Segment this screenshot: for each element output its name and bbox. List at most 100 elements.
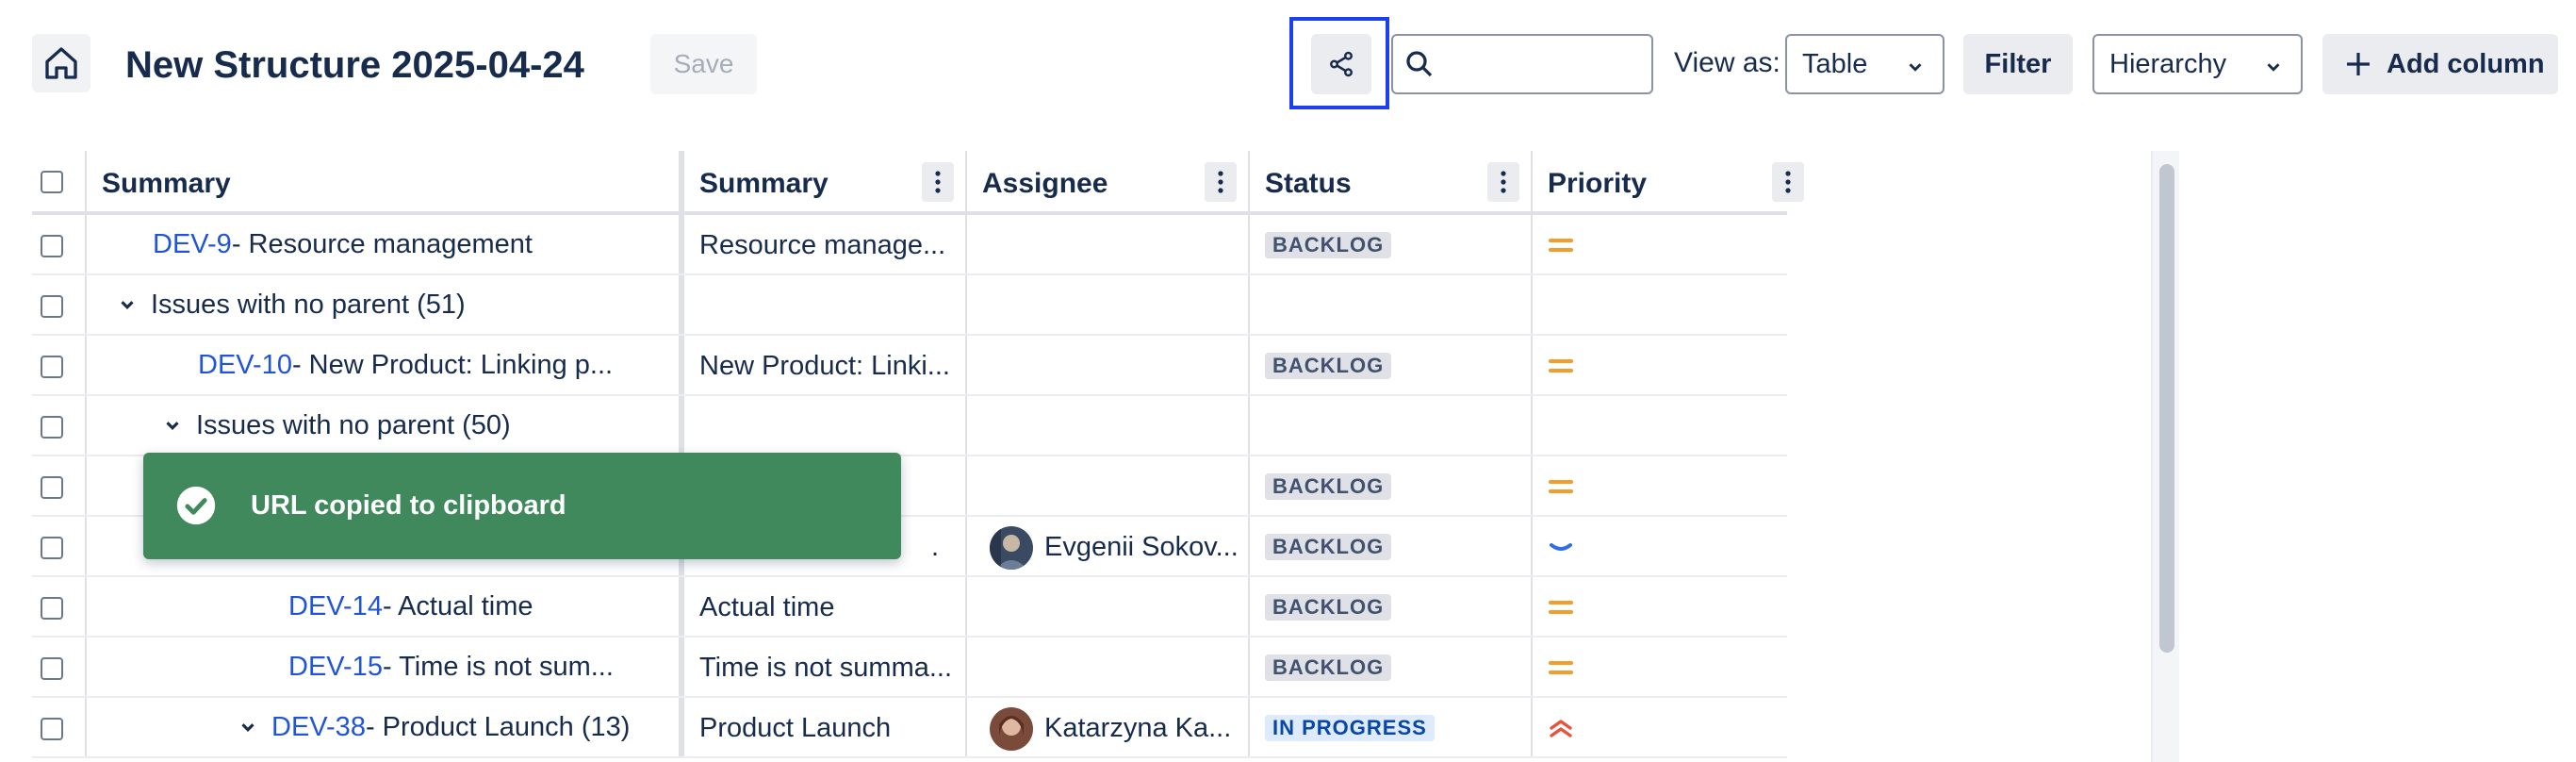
status-badge: BACKLOG: [1265, 473, 1392, 500]
save-button[interactable]: Save: [650, 34, 757, 94]
header-priority[interactable]: Priority: [1533, 151, 1815, 211]
select-all-checkbox[interactable]: [41, 171, 63, 193]
issue-key-link[interactable]: DEV-9: [153, 229, 232, 260]
assignee-cell[interactable]: [967, 215, 1250, 273]
row-checkbox[interactable]: [41, 295, 63, 318]
scrollbar-thumb[interactable]: [2159, 164, 2174, 653]
row-checkbox[interactable]: [41, 356, 63, 378]
priority-cell[interactable]: [1533, 517, 1815, 575]
row-checkbox[interactable]: [41, 416, 63, 439]
priority-cell[interactable]: [1533, 396, 1815, 455]
status-cell[interactable]: BACKLOG: [1250, 517, 1533, 575]
header-status[interactable]: Status: [1250, 151, 1533, 211]
summary2-cell[interactable]: [684, 275, 967, 334]
add-column-button[interactable]: Add column: [2322, 34, 2558, 94]
summary2-cell[interactable]: Time is not summa...: [684, 638, 967, 696]
row-checkbox[interactable]: [41, 657, 63, 680]
summary2-cell[interactable]: [684, 396, 967, 455]
chevron-down-icon[interactable]: [238, 717, 258, 737]
priority-cell[interactable]: [1533, 577, 1815, 636]
priority-cell[interactable]: [1533, 638, 1815, 696]
vertical-scrollbar[interactable]: [2151, 151, 2179, 762]
view-as-select[interactable]: Table: [1785, 34, 1944, 94]
summary2-cell[interactable]: Resource manage...: [684, 215, 967, 273]
status-cell[interactable]: BACKLOG: [1250, 577, 1533, 636]
priority-cell[interactable]: [1533, 698, 1815, 756]
group-title: Issues with no parent: [151, 289, 410, 320]
row-checkbox[interactable]: [41, 476, 63, 499]
row-checkbox[interactable]: [41, 537, 63, 559]
issue-title: - Actual time: [382, 590, 533, 621]
summary-cell[interactable]: Issues with no parent (50): [87, 396, 684, 455]
summary-cell[interactable]: Issues with no parent (51): [87, 275, 684, 334]
assignee-cell[interactable]: [967, 336, 1250, 394]
status-badge: BACKLOG: [1265, 232, 1392, 258]
column-menu-button[interactable]: [1487, 162, 1519, 202]
table-row[interactable]: DEV-38 - Product Launch (13) Product Lau…: [32, 698, 1787, 758]
summary-cell[interactable]: DEV-38 - Product Launch (13): [87, 698, 684, 756]
assignee-cell[interactable]: [967, 275, 1250, 334]
assignee-cell[interactable]: [967, 456, 1250, 515]
summary-cell[interactable]: DEV-14 - Actual time: [87, 577, 684, 636]
summary-text: Product Launch: [699, 713, 892, 743]
check-circle-icon: [176, 486, 216, 525]
status-cell[interactable]: IN PROGRESS: [1250, 698, 1533, 756]
column-menu-button[interactable]: [1772, 162, 1804, 202]
header-summary-2[interactable]: Summary: [684, 151, 967, 211]
check-cell: [32, 215, 87, 273]
summary2-cell[interactable]: Actual time: [684, 577, 967, 636]
issue-key-link[interactable]: DEV-10: [198, 350, 292, 381]
row-checkbox[interactable]: [41, 597, 63, 620]
assignee-cell[interactable]: Katarzyna Ka...: [967, 698, 1250, 756]
summary-cell[interactable]: DEV-9 - Resource management: [87, 215, 684, 273]
table-row[interactable]: Issues with no parent (50): [32, 396, 1787, 456]
assignee-cell[interactable]: Evgenii Sokov...: [967, 517, 1250, 575]
status-cell[interactable]: BACKLOG: [1250, 215, 1533, 273]
filter-button[interactable]: Filter: [1963, 34, 2073, 94]
chevron-down-icon[interactable]: [117, 294, 138, 315]
status-badge: BACKLOG: [1265, 594, 1392, 621]
table-row[interactable]: DEV-15 - Time is not sum... Time is not …: [32, 638, 1787, 698]
assignee-cell[interactable]: [967, 396, 1250, 455]
issue-key-link[interactable]: DEV-14: [288, 591, 383, 622]
priority-medium-icon: [1549, 239, 1573, 252]
table-row[interactable]: DEV-14 - Actual time Actual time BACKLOG: [32, 577, 1787, 638]
status-cell[interactable]: [1250, 275, 1533, 334]
priority-cell[interactable]: [1533, 275, 1815, 334]
group-title: Issues with no parent: [196, 409, 455, 440]
status-cell[interactable]: BACKLOG: [1250, 638, 1533, 696]
assignee-name: Katarzyna Ka...: [1044, 713, 1232, 743]
column-menu-button[interactable]: [922, 162, 954, 202]
summary-cell[interactable]: DEV-10 - New Product: Linking p...: [87, 336, 684, 394]
search-box[interactable]: [1391, 34, 1653, 94]
assignee-cell[interactable]: [967, 638, 1250, 696]
issue-key-link[interactable]: DEV-15: [288, 652, 383, 683]
table-row[interactable]: Issues with no parent (51): [32, 275, 1787, 336]
column-menu-button[interactable]: [1205, 162, 1237, 202]
home-button[interactable]: [32, 34, 90, 92]
summary-cell[interactable]: DEV-15 - Time is not sum...: [87, 638, 684, 696]
row-checkbox[interactable]: [41, 235, 63, 257]
table-row[interactable]: DEV-9 - Resource management Resource man…: [32, 215, 1787, 275]
header-assignee[interactable]: Assignee: [967, 151, 1250, 211]
header-summary[interactable]: Summary: [87, 151, 684, 211]
summary-text: New Product: Linki...: [699, 351, 950, 381]
summary2-cell[interactable]: Product Launch: [684, 698, 967, 756]
status-cell[interactable]: BACKLOG: [1250, 336, 1533, 394]
avatar: [990, 526, 1033, 570]
issue-key-link[interactable]: DEV-38: [271, 712, 366, 743]
priority-cell[interactable]: [1533, 456, 1815, 515]
search-input[interactable]: [1444, 45, 1646, 85]
table-row[interactable]: DEV-10 - New Product: Linking p... New P…: [32, 336, 1787, 396]
summary2-cell[interactable]: New Product: Linki...: [684, 336, 967, 394]
row-checkbox[interactable]: [41, 718, 63, 740]
priority-cell[interactable]: [1533, 215, 1815, 273]
share-button[interactable]: [1311, 34, 1371, 94]
chevron-down-icon: [2267, 63, 2280, 72]
assignee-cell[interactable]: [967, 577, 1250, 636]
chevron-down-icon[interactable]: [162, 415, 183, 436]
priority-cell[interactable]: [1533, 336, 1815, 394]
status-cell[interactable]: [1250, 396, 1533, 455]
hierarchy-select[interactable]: Hierarchy: [2092, 34, 2303, 94]
status-cell[interactable]: BACKLOG: [1250, 456, 1533, 515]
